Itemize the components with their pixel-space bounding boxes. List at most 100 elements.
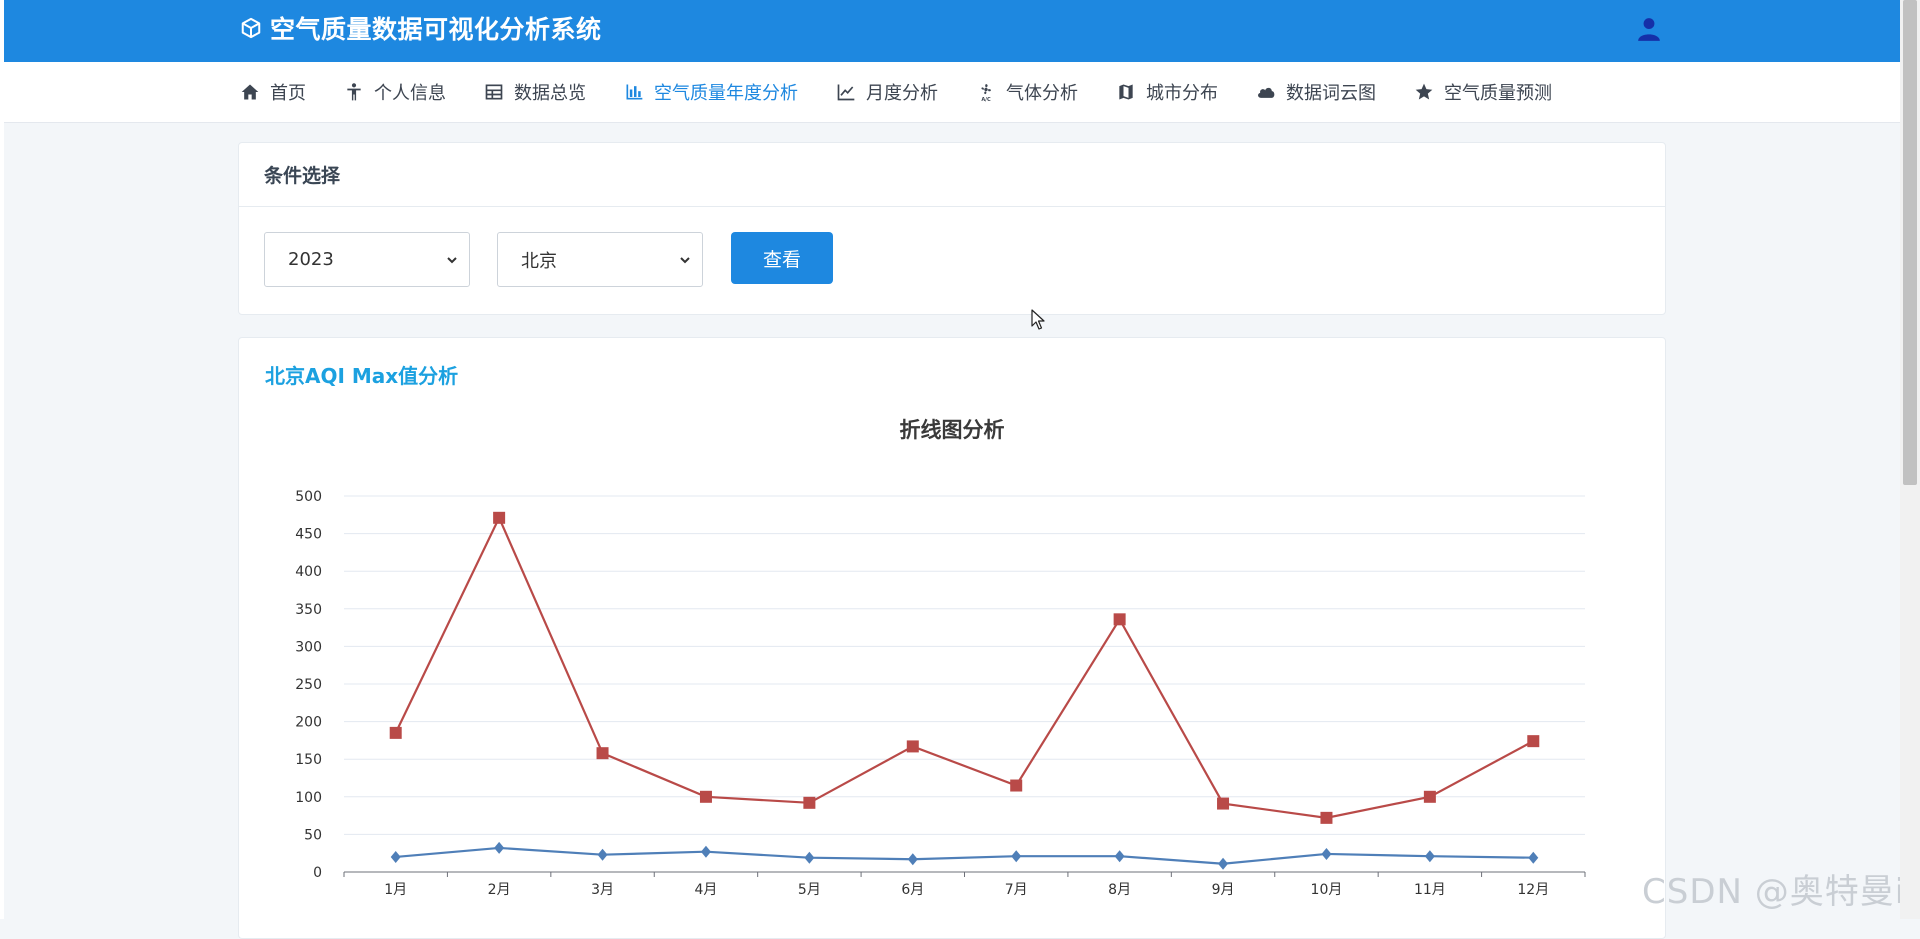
- chart-x-axis: [343, 871, 1586, 877]
- nav-item-prediction[interactable]: 空气质量预测: [1414, 79, 1552, 105]
- svg-text:A/C: A/C: [981, 97, 991, 102]
- y-tick-label: 450: [295, 527, 322, 543]
- nav-label: 数据总览: [514, 83, 586, 104]
- scrollbar-thumb[interactable]: [1903, 0, 1917, 485]
- window-left-edge: [0, 0, 4, 919]
- y-tick-label: 0: [313, 865, 322, 881]
- brand[interactable]: 空气质量数据可视化分析系统: [240, 10, 602, 46]
- cloud-icon: [1258, 87, 1275, 98]
- chart-title: 折线图分析: [900, 418, 1005, 442]
- data-point[interactable]: [803, 796, 816, 809]
- nav-label: 首页: [270, 83, 306, 104]
- chart-series: [389, 511, 1540, 870]
- chart-grid: [344, 495, 1585, 835]
- x-tick-label: 3月: [591, 882, 614, 898]
- y-tick-label: 100: [295, 790, 322, 806]
- data-point[interactable]: [1320, 811, 1333, 824]
- series-1: [389, 511, 1540, 824]
- chart-card: 北京AQI Max值分析 折线图分析 0 50 100 150 200 250 300 350…: [238, 337, 1666, 939]
- data-point[interactable]: [1528, 851, 1539, 864]
- data-point[interactable]: [390, 850, 401, 863]
- data-point[interactable]: [493, 511, 506, 524]
- nav-item-home[interactable]: 首页: [240, 79, 306, 105]
- nav-label: 城市分布: [1146, 83, 1218, 104]
- data-point[interactable]: [597, 848, 608, 861]
- nav-item-gas-analysis[interactable]: A/C 气体分析: [976, 79, 1078, 105]
- nav-item-monthly-analysis[interactable]: 月度分析: [836, 79, 938, 105]
- data-point[interactable]: [1527, 735, 1540, 748]
- x-tick-label: 12月: [1517, 882, 1549, 898]
- data-point[interactable]: [907, 853, 918, 866]
- data-point[interactable]: [699, 790, 712, 803]
- year-select-value: 2023: [288, 249, 334, 270]
- filter-card-header: 条件选择: [239, 143, 1665, 207]
- x-tick-label: 4月: [694, 882, 717, 898]
- fan-icon: A/C: [981, 84, 991, 102]
- top-header: 空气质量数据可视化分析系统: [4, 0, 1900, 62]
- table-icon: [485, 84, 503, 100]
- star-icon: [1415, 83, 1433, 100]
- data-point[interactable]: [1423, 790, 1436, 803]
- x-tick-label: 7月: [1005, 882, 1028, 898]
- y-tick-label: 250: [295, 677, 322, 693]
- x-tick-label: 11月: [1414, 882, 1446, 898]
- series-2: [390, 841, 1539, 870]
- data-point[interactable]: [1010, 779, 1023, 792]
- nav-item-overview[interactable]: 数据总览: [484, 79, 586, 105]
- filter-card-title: 条件选择: [264, 165, 341, 187]
- chevron-down-icon: [680, 257, 690, 264]
- data-point[interactable]: [700, 845, 711, 858]
- data-point[interactable]: [1218, 857, 1229, 870]
- x-tick-label: 10月: [1311, 882, 1343, 898]
- map-icon: [1119, 84, 1133, 100]
- nav-item-city-distribution[interactable]: 城市分布: [1116, 79, 1218, 105]
- x-tick-label: 6月: [901, 882, 924, 898]
- y-tick-label: 50: [304, 827, 322, 843]
- data-point[interactable]: [1321, 847, 1332, 860]
- data-point[interactable]: [1113, 613, 1126, 626]
- y-tick-label: 350: [295, 602, 322, 618]
- main-nav: 首页 个人信息 数据总览 空气质量年度分析 月度分析 A/C 气体分析 城市分布: [4, 62, 1900, 123]
- nav-label: 空气质量年度分析: [654, 83, 798, 104]
- data-point[interactable]: [1424, 850, 1435, 863]
- data-point[interactable]: [596, 747, 609, 760]
- person-icon: [347, 83, 361, 101]
- y-tick-label: 200: [295, 715, 322, 731]
- series-line: [394, 515, 1534, 819]
- nav-label: 月度分析: [866, 83, 938, 104]
- x-tick-label: 5月: [798, 882, 821, 898]
- data-point[interactable]: [804, 851, 815, 864]
- y-tick-label: 150: [295, 752, 322, 768]
- city-select-value: 北京: [521, 250, 557, 272]
- mouse-cursor-icon: [1031, 309, 1045, 330]
- nav-item-profile[interactable]: 个人信息: [344, 79, 446, 105]
- user-icon[interactable]: [1636, 16, 1662, 42]
- y-tick-label: 400: [295, 564, 322, 580]
- nav-item-wordcloud[interactable]: 数据词云图: [1256, 79, 1376, 105]
- nav-label: 空气质量预测: [1444, 83, 1552, 104]
- x-tick-label: 2月: [488, 882, 511, 898]
- line-chart-icon: [837, 84, 855, 101]
- series-line: [395, 846, 1534, 865]
- home-icon: [241, 84, 259, 100]
- x-tick-label: 9月: [1212, 882, 1235, 898]
- nav-label: 气体分析: [1006, 83, 1078, 104]
- data-point[interactable]: [389, 726, 402, 739]
- city-select[interactable]: 北京: [497, 232, 703, 287]
- data-point[interactable]: [1217, 797, 1230, 810]
- view-button[interactable]: 查看: [731, 232, 833, 284]
- vertical-scrollbar[interactable]: [1900, 0, 1920, 919]
- data-point[interactable]: [1114, 850, 1125, 863]
- year-select[interactable]: 2023: [264, 232, 470, 287]
- x-tick-label: 8月: [1108, 882, 1131, 898]
- nav-item-yearly-analysis[interactable]: 空气质量年度分析: [624, 79, 798, 105]
- data-point[interactable]: [1011, 850, 1022, 863]
- data-point[interactable]: [494, 841, 505, 854]
- chart-x-labels: 1月 2月 3月 4月 5月 6月 7月 8月 9月 10月 11月 12月: [384, 882, 1549, 898]
- y-tick-label: 300: [295, 639, 322, 655]
- line-chart: 折线图分析 0 50 100 150 200 250 300 350 400 450 500 1月 2…: [295, 418, 1586, 898]
- nav-label: 数据词云图: [1286, 83, 1376, 104]
- watermark: CSDN @奥特曼it: [1642, 872, 1920, 912]
- bar-chart-icon: [626, 84, 643, 100]
- data-point[interactable]: [906, 740, 919, 753]
